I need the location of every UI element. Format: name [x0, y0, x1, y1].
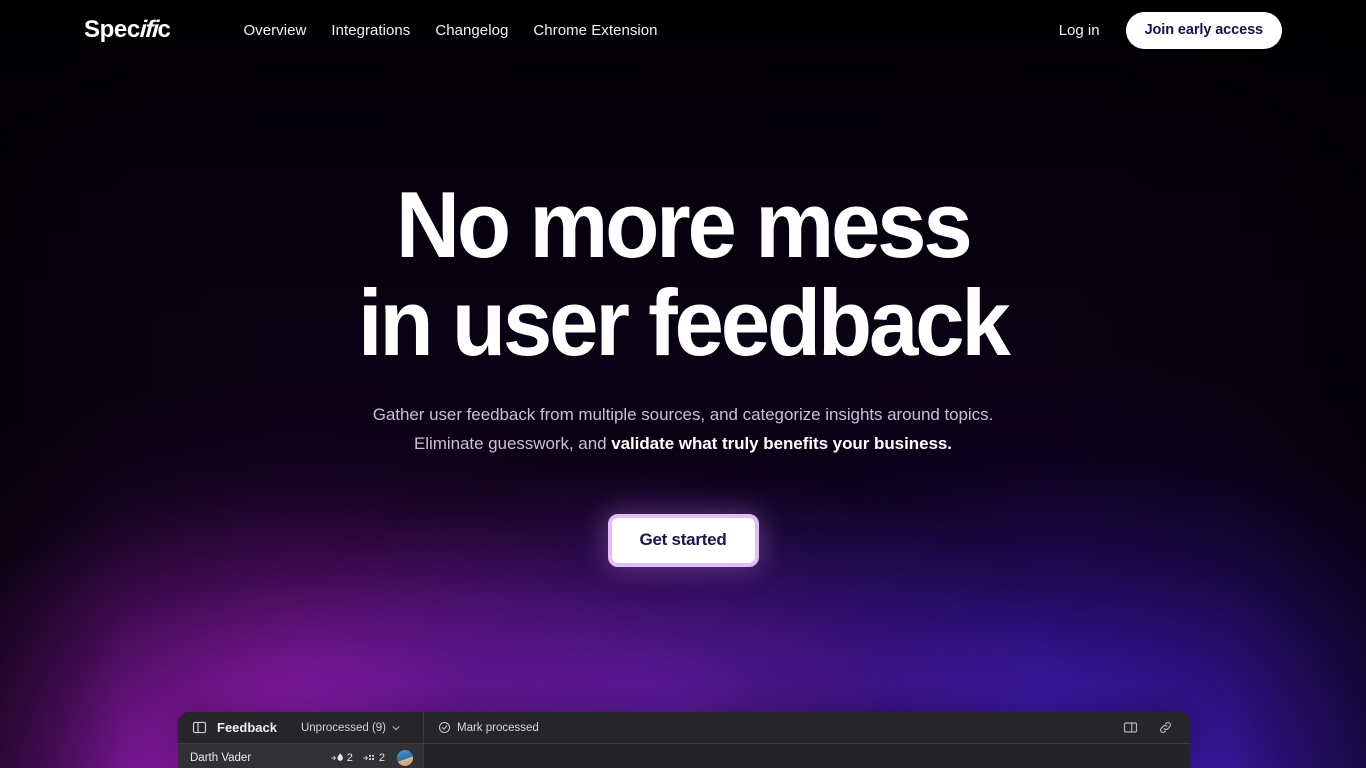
link-icon[interactable] [1156, 719, 1174, 737]
feedback-detail-pane [424, 744, 1190, 768]
login-link[interactable]: Log in [1059, 22, 1100, 39]
nav-link-chrome-extension[interactable]: Chrome Extension [533, 22, 657, 39]
hero-section: No more mess in user feedback Gather use… [0, 0, 1366, 567]
app-preview-panel: Feedback Unprocessed (9) Mark processed [178, 712, 1190, 768]
nav-link-changelog[interactable]: Changelog [435, 22, 508, 39]
import-flame-badge[interactable]: 2 [330, 752, 353, 764]
brand-logo-prefix: Spec [84, 16, 140, 43]
mark-processed-button[interactable]: Mark processed [438, 721, 539, 734]
chevron-down-icon [391, 723, 401, 733]
app-preview-toolbar-left: Feedback Unprocessed (9) [178, 712, 424, 743]
nav-link-overview[interactable]: Overview [243, 22, 306, 39]
brand-logo[interactable]: Specific [84, 16, 171, 43]
import-flame-count: 2 [346, 752, 353, 764]
import-grid-badge[interactable]: 2 [363, 752, 385, 764]
subheadline-line-1: Gather user feedback from multiple sourc… [372, 405, 994, 424]
header-actions: Log in Join early access [1059, 11, 1282, 49]
join-early-access-button[interactable]: Join early access [1125, 11, 1282, 49]
app-preview-body: Darth Vader 2 2 [178, 744, 1190, 768]
headline-line-2: in user feedback [358, 270, 1011, 375]
primary-nav: Overview Integrations Changelog Chrome E… [243, 22, 657, 39]
import-flame-icon [330, 752, 344, 764]
unprocessed-filter-dropdown[interactable]: Unprocessed (9) [301, 722, 401, 734]
import-grid-count: 2 [378, 752, 385, 764]
app-preview-toolbar: Feedback Unprocessed (9) Mark processed [178, 712, 1190, 744]
app-preview-title: Feedback [217, 720, 277, 735]
check-circle-icon [438, 721, 451, 734]
brand-logo-suffix: c [157, 16, 171, 43]
page-title: No more mess in user feedback [358, 172, 1011, 375]
unprocessed-filter-label: Unprocessed (9) [300, 721, 386, 734]
brand-logo-slanted: ifi [138, 16, 159, 43]
site-header: Specific Overview Integrations Changelog… [0, 0, 1366, 60]
import-grid-icon [363, 752, 376, 764]
nav-link-integrations[interactable]: Integrations [331, 22, 410, 39]
headline-line-1: No more mess [396, 172, 973, 277]
panel-left-icon[interactable] [190, 719, 208, 737]
hero-cta-container: Get started [607, 514, 759, 567]
avatar [397, 750, 413, 766]
subheadline-line-2-bold: validate what truly benefits your busine… [611, 434, 952, 453]
split-view-icon[interactable] [1121, 719, 1139, 737]
mark-processed-label: Mark processed [457, 721, 539, 734]
subheadline-line-2: Eliminate guesswork, and validate what t… [373, 429, 994, 458]
subheadline-line-2-plain: Eliminate guesswork, and [414, 434, 612, 453]
get-started-button[interactable]: Get started [607, 514, 759, 567]
table-row-badges: 2 2 [330, 750, 413, 766]
table-row-name[interactable]: Darth Vader [190, 752, 251, 764]
feedback-list: Darth Vader 2 2 [178, 744, 424, 768]
hero-subheadline: Gather user feedback from multiple sourc… [373, 400, 994, 458]
app-preview-toolbar-right [1121, 719, 1190, 737]
